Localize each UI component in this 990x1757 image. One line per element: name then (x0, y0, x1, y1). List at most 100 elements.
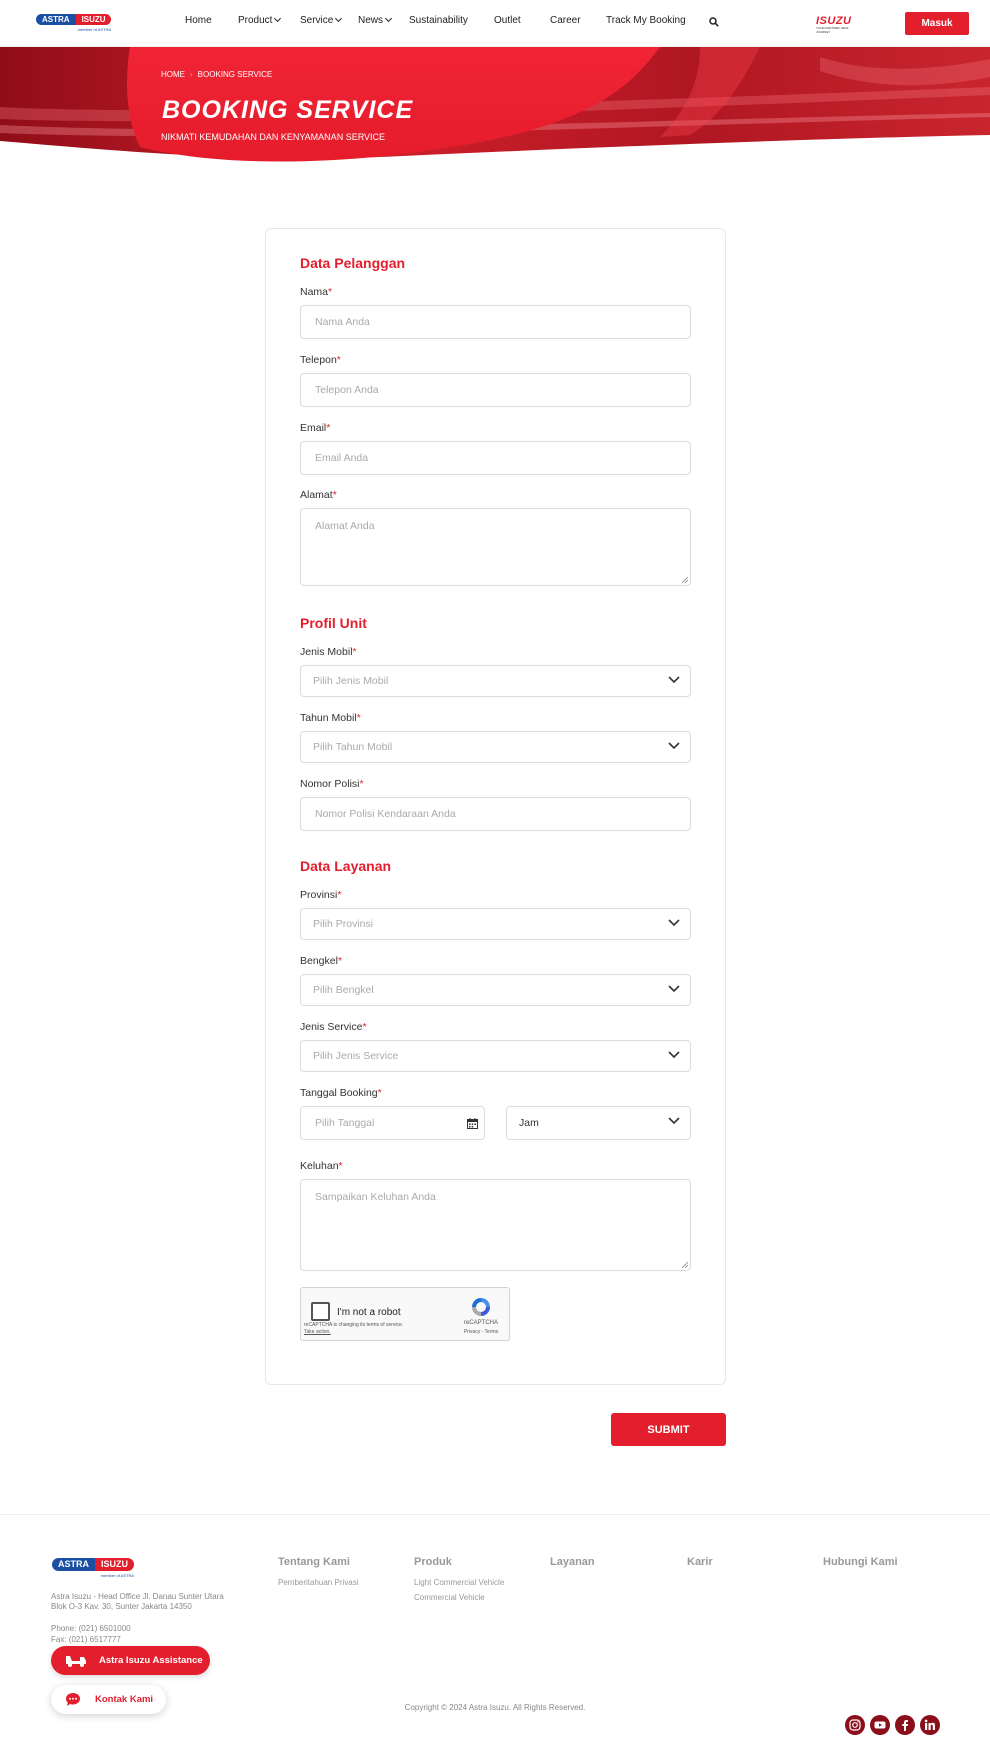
hero-background (0, 47, 990, 162)
section-title-unit: Profil Unit (300, 615, 367, 631)
chevron-down-icon (668, 985, 680, 993)
astra-isuzu-logo[interactable]: ASTRA ISUZU member of ASTRA (36, 14, 111, 33)
footer-col-title[interactable]: Karir (687, 1556, 713, 1568)
facebook-icon[interactable] (895, 1715, 915, 1735)
provinsi-label: Provinsi* (300, 889, 342, 901)
chevron-down-icon (668, 1051, 680, 1059)
footer-link-lcv[interactable]: Light Commercial Vehicle (414, 1575, 504, 1590)
chevron-down-icon (668, 1117, 680, 1125)
email-label: Email* (300, 422, 331, 434)
nav-outlet[interactable]: Outlet (494, 15, 521, 26)
recaptcha-checkbox[interactable] (311, 1302, 330, 1321)
footer-col-layanan: Layanan (550, 1556, 595, 1575)
recaptcha-widget: I'm not a robot reCAPTCHA is changing it… (300, 1287, 510, 1341)
logo-subtext: member of ASTRA (77, 27, 111, 32)
contact-us-button[interactable]: Kontak Kami (51, 1685, 166, 1714)
breadcrumb: HOME › BOOKING SERVICE (161, 70, 273, 79)
footer-col-title[interactable]: Layanan (550, 1556, 595, 1568)
tahun-mobil-label: Tahun Mobil* (300, 712, 361, 724)
search-icon[interactable] (709, 17, 719, 27)
submit-button[interactable]: SUBMIT (611, 1413, 726, 1446)
footer-col-title[interactable]: Produk (414, 1556, 504, 1568)
jenis-service-label: Jenis Service* (300, 1021, 367, 1033)
keluhan-textarea[interactable]: Sampaikan Keluhan Anda (300, 1179, 691, 1271)
footer-fax: Fax: (021) 6517777 (51, 1635, 121, 1644)
footer-address: Astra Isuzu - Head Office Jl. Danau Sunt… (51, 1592, 224, 1611)
page-subtitle: NIKMATI KEMUDAHAN DAN KENYAMANAN SERVICE (161, 132, 386, 142)
logo-text-isuzu: ISUZU (75, 14, 111, 25)
footer-col-title[interactable]: Tentang Kami (278, 1556, 358, 1568)
chevron-down-icon (668, 919, 680, 927)
alamat-label: Alamat* (300, 489, 337, 501)
instagram-icon[interactable] (845, 1715, 865, 1735)
login-button[interactable]: Masuk (905, 12, 969, 35)
tow-truck-icon (66, 1656, 86, 1667)
isuzu-logo[interactable]: ISUZU YOUR PARTNER. REAL JOURNEY (816, 15, 860, 34)
keluhan-label: Keluhan* (300, 1160, 343, 1172)
footer-link-cv[interactable]: Commercial Vehicle (414, 1590, 504, 1605)
jam-select[interactable]: Jam (506, 1106, 691, 1140)
linkedin-icon[interactable] (920, 1715, 940, 1735)
jenis-mobil-label: Jenis Mobil* (300, 646, 357, 658)
footer-col-hubungi-kami: Hubungi Kami (823, 1556, 898, 1575)
bengkel-select[interactable]: Pilih Bengkel (300, 974, 691, 1006)
chevron-down-icon (668, 676, 680, 684)
nav-news[interactable]: News (358, 14, 393, 26)
recaptcha-label: I'm not a robot (337, 1307, 401, 1318)
chevron-down-icon (274, 14, 282, 23)
chat-icon (66, 1693, 80, 1706)
bengkel-label: Bengkel* (300, 955, 343, 967)
breadcrumb-current: BOOKING SERVICE (197, 70, 273, 79)
footer-col-karir: Karir (687, 1556, 713, 1575)
assistance-button[interactable]: Astra Isuzu Assistance (51, 1646, 210, 1675)
youtube-icon[interactable] (870, 1715, 890, 1735)
telepon-input[interactable]: Telepon Anda (300, 373, 691, 407)
section-title-service: Data Layanan (300, 858, 392, 874)
breadcrumb-home[interactable]: HOME (161, 70, 185, 79)
recaptcha-take-action-link[interactable]: Take action. (304, 1329, 331, 1335)
footer-col-title[interactable]: Hubungi Kami (823, 1556, 898, 1568)
footer-phone: Phone: (021) 6501000 (51, 1624, 131, 1633)
nav-sustainability[interactable]: Sustainability (409, 15, 468, 26)
booking-form-card: Data Pelanggan Nama* Nama Anda Telepon* … (265, 228, 726, 1385)
recaptcha-brand: reCAPTCHA (463, 1320, 498, 1326)
nav-service[interactable]: Service (300, 14, 343, 26)
nav-home[interactable]: Home (185, 15, 212, 26)
nav-track-my-booking[interactable]: Track My Booking (606, 15, 686, 26)
nomor-polisi-label: Nomor Polisi* (300, 778, 364, 790)
calendar-icon[interactable] (467, 1118, 478, 1129)
chevron-down-icon (384, 14, 393, 23)
footer-col-produk: Produk Light Commercial Vehicle Commerci… (414, 1556, 504, 1605)
page-title: BOOKING SERVICE (162, 96, 414, 124)
nav-product[interactable]: Product (238, 14, 282, 26)
nomor-polisi-input[interactable]: Nomor Polisi Kendaraan Anda (300, 797, 691, 831)
nav-career[interactable]: Career (550, 15, 581, 26)
recaptcha-note: reCAPTCHA is changing its terms of servi… (304, 1322, 404, 1335)
alamat-textarea[interactable]: Alamat Anda (300, 508, 691, 586)
hero-banner (0, 47, 990, 187)
nama-label: Nama* (300, 286, 333, 298)
provinsi-select[interactable]: Pilih Provinsi (300, 908, 691, 940)
jenis-service-select[interactable]: Pilih Jenis Service (300, 1040, 691, 1072)
footer-astra-isuzu-logo[interactable]: ASTRA ISUZU member of ASTRA (52, 1558, 134, 1578)
site-footer: ASTRA ISUZU member of ASTRA Astra Isuzu … (0, 1514, 990, 1757)
chevron-down-icon (335, 14, 343, 23)
recaptcha-privacy-terms[interactable]: Privacy - Terms (461, 1329, 501, 1335)
footer-link-privasi[interactable]: Pemberitahuan Privasi (278, 1575, 358, 1590)
nama-input[interactable]: Nama Anda (300, 305, 691, 339)
tahun-mobil-select[interactable]: Pilih Tahun Mobil (300, 731, 691, 763)
tanggal-booking-label: Tanggal Booking* (300, 1087, 382, 1099)
tanggal-input[interactable]: Pilih Tanggal (300, 1106, 485, 1140)
footer-contact: Phone: (021) 6501000 Fax: (021) 6517777 (51, 1623, 131, 1645)
logo-text-astra: ASTRA (36, 14, 76, 25)
recaptcha-logo-icon (472, 1298, 490, 1316)
email-input[interactable]: Email Anda (300, 441, 691, 475)
telepon-label: Telepon* (300, 354, 341, 366)
jenis-mobil-select[interactable]: Pilih Jenis Mobil (300, 665, 691, 697)
chevron-down-icon (668, 742, 680, 750)
site-header: ASTRA ISUZU member of ASTRA Home Product… (0, 0, 990, 47)
section-title-customer: Data Pelanggan (300, 255, 406, 271)
resize-handle-icon[interactable] (682, 1262, 688, 1268)
resize-handle-icon[interactable] (682, 577, 688, 583)
footer-col-tentang-kami: Tentang Kami Pemberitahuan Privasi (278, 1556, 358, 1590)
